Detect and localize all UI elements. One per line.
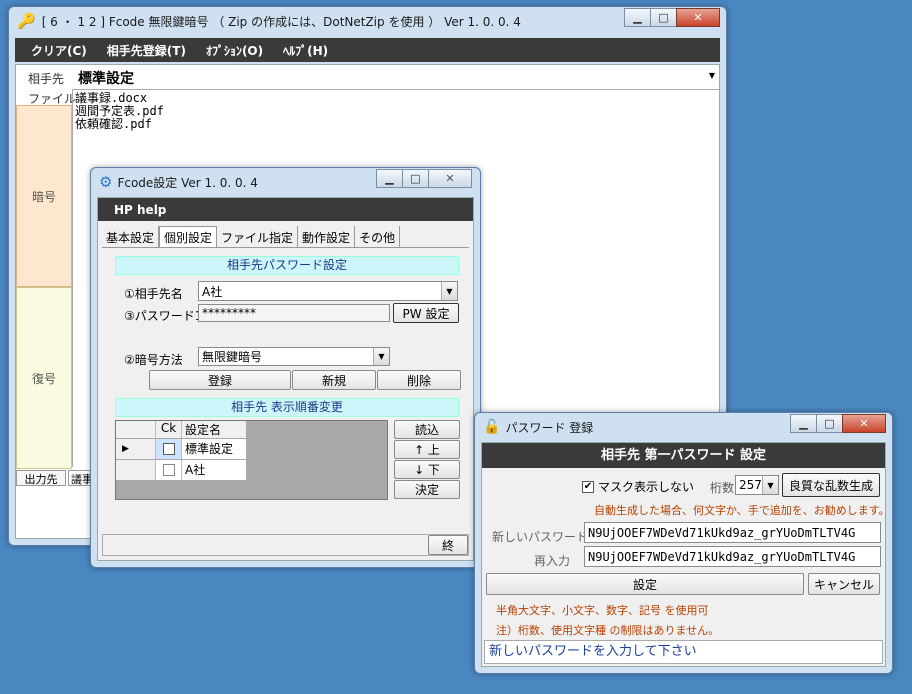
row-selector-icon: ▶ (116, 439, 156, 459)
register-button[interactable]: 登録 (149, 370, 291, 390)
gear-icon: ⚙ (99, 173, 113, 191)
partner-dropdown[interactable]: 標準設定 ▼ (76, 67, 719, 87)
decrypt-button[interactable]: 復号 (16, 287, 72, 469)
set-button[interactable]: 設定 (486, 573, 804, 595)
settings-minimize-button[interactable]: ▁ (376, 169, 402, 188)
password-label: ③パスワード1 (124, 309, 203, 323)
row-name: A社 (185, 463, 206, 477)
delete-button[interactable]: 削除 (377, 370, 461, 390)
grid-corner (116, 421, 156, 438)
list-item[interactable]: 依頼確認.pdf (75, 118, 717, 131)
confirm-password-input[interactable]: N9UjOOEF7WDeVd71kUkd9az_grYUoDmTLTV4G (584, 546, 881, 567)
generate-hint: 自動生成した場合、何文字か、手で追加を、お勧めします。 (594, 504, 890, 517)
menu-options[interactable]: ｵﾌﾟｼｮﾝ(O) (206, 42, 263, 59)
generate-button[interactable]: 良質な乱数生成 (782, 473, 880, 497)
settings-menubar: HP help (98, 198, 473, 221)
password-field[interactable]: ********* (198, 304, 390, 322)
lock-icon: 🔓 (483, 419, 501, 435)
password-header: 相手先 第一パスワード 設定 (482, 443, 885, 468)
main-menubar: クリア(C) 相手先登録(T) ｵﾌﾟｼｮﾝ(O) ﾍﾙﾌﾟ(H) (15, 38, 720, 62)
password-window: 🔓 パスワード 登録 ▁ □ ✕ 相手先 第一パスワード 設定 ✔ マスク表示し… (474, 412, 893, 674)
row-name: 標準設定 (185, 442, 234, 456)
tab-individual[interactable]: 個別設定 (159, 226, 218, 248)
main-title: [ 6 ・ 1 2 ] Fcode 無限鍵暗号 （ Zip の作成には、DotN… (41, 14, 521, 29)
menu-partner-register[interactable]: 相手先登録(T) (107, 42, 186, 59)
section-display-order: 相手先 表示順番変更 (115, 398, 459, 417)
encrypt-button[interactable]: 暗号 (16, 105, 72, 287)
decide-button[interactable]: 決定 (394, 480, 460, 499)
method-dropdown[interactable]: 無限鍵暗号 ▼ (198, 347, 390, 366)
password-title: パスワード 登録 (505, 420, 594, 435)
check-icon: ✔ (582, 480, 594, 493)
chevron-down-icon: ▼ (373, 348, 389, 365)
password-maximize-button[interactable]: □ (816, 414, 842, 433)
partner-label: 相手先 (28, 72, 65, 86)
digits-label: 桁数 (710, 481, 735, 495)
password-statusbar: 新しいパスワードを入力して下さい (484, 640, 883, 664)
confirm-label: 再入力 (534, 554, 571, 568)
table-row[interactable]: ▶ 標準設定 (116, 439, 246, 459)
digits-dropdown[interactable]: 257 ▼ (735, 475, 779, 495)
settings-client: HP help 基本設定 個別設定 ファイル指定 動作設定 その他 相手先パスワ… (97, 197, 474, 561)
mask-label: マスク表示しない (598, 480, 695, 494)
settings-window: ⚙ Fcode設定 Ver 1. 0. 0. 4 ▁ □ ✕ HP help 基… (90, 167, 481, 568)
chevron-down-icon: ▼ (441, 282, 457, 300)
status-text: 新しいパスワードを入力して下さい (489, 644, 697, 659)
grid-header: Ck 設定名 (116, 421, 246, 438)
password-client: 相手先 第一パスワード 設定 ✔ マスク表示しない 桁数 257 ▼ 良質な乱数… (481, 442, 890, 667)
close-button[interactable]: ✕ (676, 8, 720, 27)
row-checkbox[interactable] (156, 460, 182, 480)
maximize-button[interactable]: □ (650, 8, 676, 27)
list-item[interactable]: 議事録.docx (75, 92, 717, 105)
tab-behavior[interactable]: 動作設定 (298, 226, 356, 248)
note-limit: 注）桁数、使用文字種 の制限はありません。 (496, 624, 720, 637)
grid-header-name: 設定名 (185, 423, 222, 437)
up-button[interactable]: ↑ 上 (394, 440, 460, 459)
password-close-button[interactable]: ✕ (842, 414, 886, 433)
cancel-button[interactable]: キャンセル (808, 573, 880, 595)
settings-maximize-button[interactable]: □ (402, 169, 428, 188)
chevron-down-icon: ▼ (762, 476, 778, 494)
partner-dropdown-value: 標準設定 (78, 71, 134, 87)
menu-hp-help[interactable]: HP help (114, 203, 166, 217)
method-label: ②暗号方法 (124, 353, 183, 367)
encrypt-label: 暗号 (31, 189, 56, 204)
note-charset: 半角大文字、小文字、数字、記号 を使用可 (496, 604, 709, 617)
decrypt-label: 復号 (31, 371, 56, 386)
password-minimize-button[interactable]: ▁ (790, 414, 816, 433)
partner-grid[interactable]: Ck 設定名 ▶ 標準設定 A社 (115, 420, 388, 500)
end-button[interactable]: 終 (428, 535, 468, 555)
pw-setting-button[interactable]: PW 設定 (393, 303, 459, 323)
row-selector (116, 460, 156, 480)
menu-clear[interactable]: クリア(C) (31, 42, 87, 59)
menu-help[interactable]: ﾍﾙﾌﾟ(H) (283, 42, 328, 59)
settings-title: Fcode設定 Ver 1. 0. 0. 4 (117, 175, 258, 190)
settings-tabs: 基本設定 個別設定 ファイル指定 動作設定 その他 (102, 226, 401, 248)
new-password-input[interactable]: N9UjOOEF7WDeVd71kUkd9az_grYUoDmTLTV4G (584, 522, 881, 543)
row-checkbox[interactable] (156, 439, 182, 459)
tab-basic[interactable]: 基本設定 (102, 226, 160, 248)
section-partner-password: 相手先パスワード設定 (115, 256, 459, 275)
grid-header-ck: Ck (156, 421, 182, 438)
output-label: 出力先 (16, 470, 66, 486)
settings-close-button[interactable]: ✕ (428, 169, 472, 188)
chevron-down-icon: ▼ (708, 71, 715, 80)
list-item[interactable]: 週間予定表.pdf (75, 105, 717, 118)
minimize-button[interactable]: ▁ (624, 8, 650, 27)
down-button[interactable]: ↓ 下 (394, 460, 460, 479)
load-button[interactable]: 読込 (394, 420, 460, 439)
key-icon: 🔑 (17, 12, 36, 30)
partner-name-label: ①相手先名 (124, 287, 183, 301)
main-titlebar[interactable]: 🔑 [ 6 ・ 1 2 ] Fcode 無限鍵暗号 （ Zip の作成には、Do… (9, 7, 726, 35)
table-row[interactable]: A社 (116, 460, 246, 480)
mask-checkbox[interactable]: ✔ マスク表示しない (582, 478, 694, 495)
tab-other[interactable]: その他 (355, 226, 401, 248)
tab-file[interactable]: ファイル指定 (217, 226, 299, 248)
tab-panel: 相手先パスワード設定 ①相手先名 A社 ▼ ③パスワード1 ********* … (102, 247, 469, 547)
settings-statusbar: 終 (102, 534, 469, 556)
new-password-label: 新しいパスワード (492, 530, 589, 544)
partner-name-dropdown[interactable]: A社 ▼ (198, 281, 458, 301)
new-button[interactable]: 新規 (292, 370, 376, 390)
